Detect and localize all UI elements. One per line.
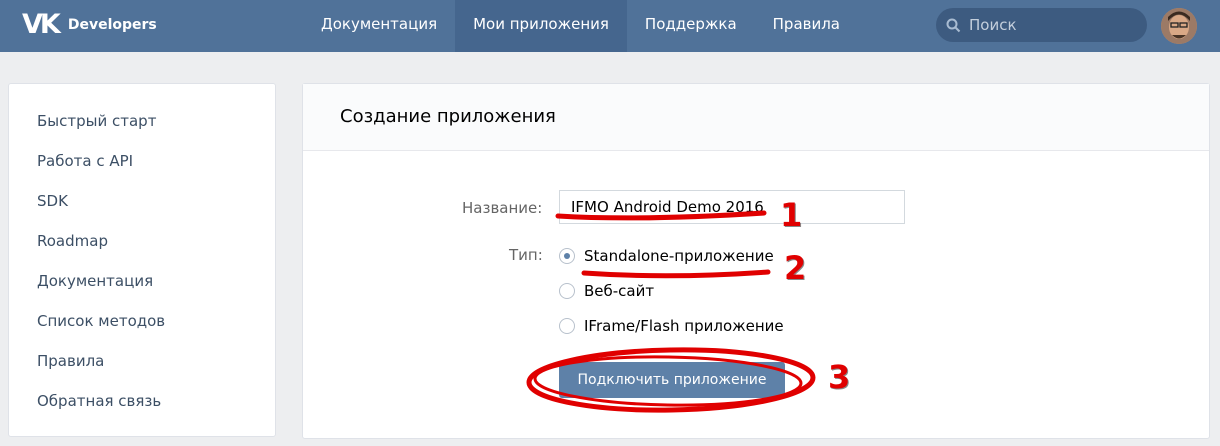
sidebar: Быстрый старт Работа с API SDK Roadmap Д… [8, 83, 276, 437]
search-box[interactable] [936, 8, 1147, 42]
nav-label: Поддержка [644, 15, 737, 33]
annotation-number-3: 3 [828, 358, 851, 396]
radio-label-website[interactable]: Веб-сайт [584, 282, 654, 300]
radio-standalone[interactable] [559, 248, 575, 264]
nav-item-documentation[interactable]: Документация [303, 0, 455, 52]
nav-item-my-apps[interactable]: Мои приложения [455, 0, 627, 52]
sidebar-item-rules[interactable]: Правила [37, 352, 104, 370]
app-name-input[interactable] [559, 190, 905, 224]
avatar[interactable] [1161, 8, 1197, 44]
page-title: Создание приложения [340, 106, 556, 127]
sidebar-item-documentation[interactable]: Документация [37, 272, 153, 290]
vk-developers-logo[interactable]: VK Developers [22, 10, 157, 40]
type-label: Тип: [509, 246, 543, 264]
sidebar-item-roadmap[interactable]: Roadmap [37, 232, 108, 250]
annotation-number-2: 2 [784, 249, 807, 287]
radio-iframe-flash[interactable] [559, 318, 575, 334]
main-nav: Документация Мои приложения Поддержка Пр… [303, 0, 858, 52]
logo-text: Developers [67, 17, 157, 33]
nav-label: Мои приложения [473, 15, 609, 33]
vk-logo-icon: VK [22, 9, 61, 40]
sidebar-item-quick-start[interactable]: Быстрый старт [37, 112, 156, 130]
nav-label: Правила [772, 15, 841, 33]
annotation-number-1: 1 [780, 196, 803, 234]
nav-label: Документация [321, 15, 438, 33]
sidebar-item-feedback[interactable]: Обратная связь [37, 392, 161, 410]
radio-website[interactable] [559, 283, 575, 299]
nav-item-support[interactable]: Поддержка [627, 0, 755, 52]
search-icon [946, 18, 961, 33]
sidebar-item-sdk[interactable]: SDK [37, 192, 68, 210]
search-input[interactable] [969, 8, 1137, 42]
create-app-panel: Создание приложения Название: Тип: Stand… [302, 83, 1210, 439]
avatar-image [1161, 8, 1197, 44]
nav-item-rules[interactable]: Правила [755, 0, 858, 52]
top-navigation-bar: VK Developers Документация Мои приложени… [0, 0, 1220, 52]
radio-label-iframe-flash[interactable]: IFrame/Flash приложение [584, 317, 784, 335]
sidebar-item-methods-list[interactable]: Список методов [37, 312, 165, 330]
connect-app-button[interactable]: Подключить приложение [559, 362, 785, 398]
sidebar-item-api[interactable]: Работа с API [37, 152, 133, 170]
name-label: Название: [462, 199, 543, 217]
radio-label-standalone[interactable]: Standalone-приложение [584, 247, 774, 265]
